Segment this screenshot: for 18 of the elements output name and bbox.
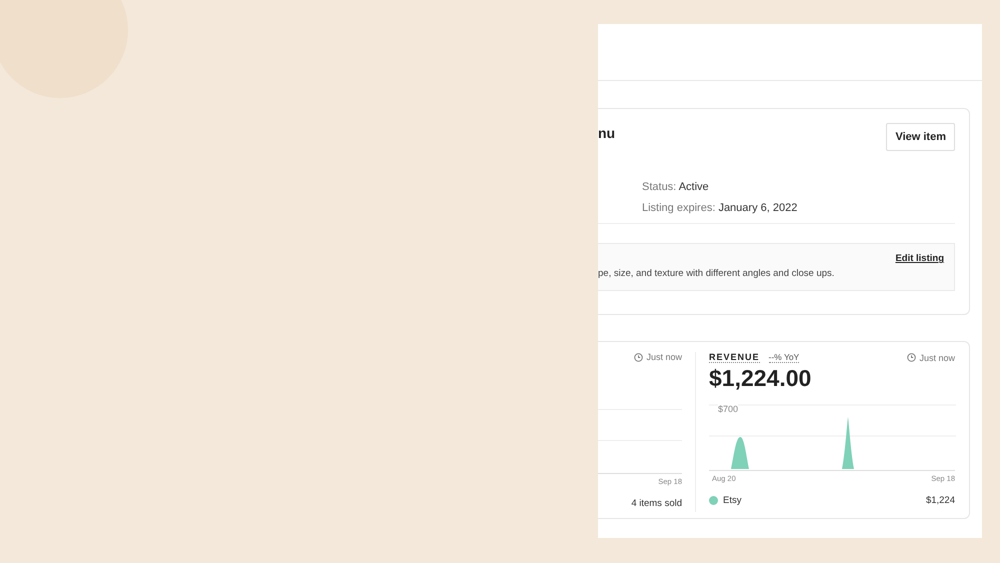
edit-listing-link[interactable]: Edit listing <box>895 253 944 264</box>
detail-line: Status: Active <box>642 181 710 193</box>
revenue-heading: REVENUE <box>709 352 760 363</box>
timestamp: Just now <box>634 352 682 362</box>
view-item-button[interactable]: View item <box>886 123 955 151</box>
legend-dot <box>709 496 718 505</box>
revenue-amount: $1,224.00 <box>709 365 812 392</box>
detail-line: Listing expires: January 6, 2022 <box>642 202 798 214</box>
clock-icon <box>907 353 916 362</box>
tip-text: pe, size, and texture with different angles and close ups. <box>598 268 836 279</box>
timestamp: Just now <box>907 352 955 362</box>
yoy-change: --% YoY <box>768 352 800 363</box>
clock-icon <box>634 352 644 362</box>
legend-label: Etsy <box>723 495 742 506</box>
legend-value: $1,224 <box>926 495 955 506</box>
axis-label: $700 <box>718 404 738 414</box>
items-sold-text: 4 items sold <box>631 498 682 509</box>
listing-title: nu <box>598 125 616 141</box>
